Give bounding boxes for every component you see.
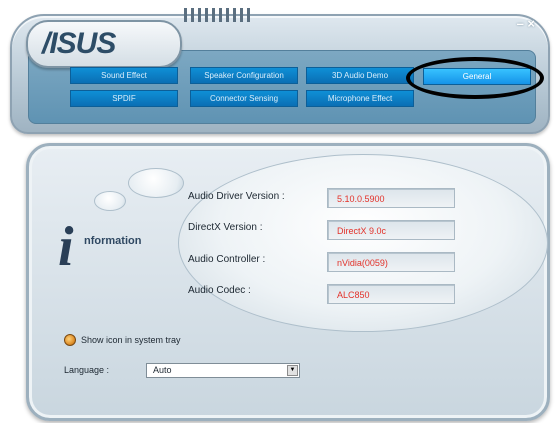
logo-text: /ISUS xyxy=(42,27,116,60)
bubble-large xyxy=(128,168,184,198)
system-tray-option[interactable]: Show icon in system tray xyxy=(64,334,181,346)
drag-grip[interactable] xyxy=(184,8,250,22)
tab-sound-effect[interactable]: Sound Effect xyxy=(70,67,178,84)
tab-connector-sensing[interactable]: Connector Sensing xyxy=(190,90,298,107)
value-audio-controller: nVidia(0059) xyxy=(327,252,455,272)
language-value: Auto xyxy=(153,365,172,375)
label-audio-driver-version: Audio Driver Version : xyxy=(188,191,285,202)
chevron-down-icon[interactable]: ▼ xyxy=(287,365,298,376)
label-audio-controller: Audio Controller : xyxy=(188,254,266,265)
highlight-circle xyxy=(406,57,544,99)
system-tray-label: Show icon in system tray xyxy=(81,335,181,345)
tab-microphone-effect[interactable]: Microphone Effect xyxy=(306,90,414,107)
tab-3d-audio-demo[interactable]: 3D Audio Demo xyxy=(306,67,414,84)
label-audio-codec: Audio Codec : xyxy=(188,285,251,296)
window-controls[interactable]: – × xyxy=(517,16,535,31)
info-ellipse xyxy=(178,154,548,332)
asus-audio-window: /ISUS – × Sound Effect Speaker Configura… xyxy=(0,0,557,423)
label-directx-version: DirectX Version : xyxy=(188,222,263,233)
value-directx-version: DirectX 9.0c xyxy=(327,220,455,240)
system-tray-radio[interactable] xyxy=(64,334,76,346)
info-letter: i xyxy=(58,216,74,278)
asus-logo: /ISUS xyxy=(26,20,182,68)
info-word: nformation xyxy=(84,235,142,247)
language-label: Language : xyxy=(64,365,110,375)
language-select[interactable]: Auto ▼ xyxy=(146,363,300,378)
bubble-small xyxy=(94,191,126,211)
tab-spdif[interactable]: SPDIF xyxy=(70,90,178,107)
tab-speaker-configuration[interactable]: Speaker Configuration xyxy=(190,67,298,84)
information-icon: i nformation xyxy=(58,215,158,278)
value-audio-driver-version: 5.10.0.5900 xyxy=(327,188,455,208)
value-audio-codec: ALC850 xyxy=(327,284,455,304)
